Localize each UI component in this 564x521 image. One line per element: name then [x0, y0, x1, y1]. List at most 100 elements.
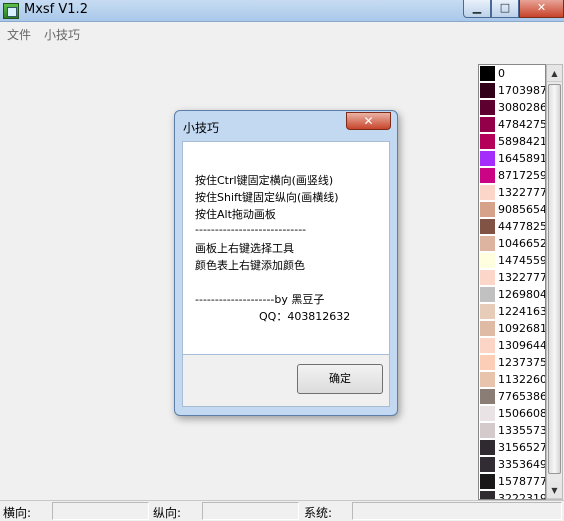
color-value: 1578777	[498, 475, 546, 488]
color-row[interactable]: 5898421	[479, 133, 545, 150]
color-row[interactable]: 12698049	[479, 286, 545, 303]
color-value: 11322601	[498, 373, 545, 386]
tip-author: --------------------by 黑豆子	[195, 293, 325, 306]
color-value: 10466525	[498, 237, 545, 250]
color-value: 0	[498, 67, 505, 80]
menu-file[interactable]: 文件	[7, 26, 31, 43]
scroll-up-arrow-icon[interactable]: ▲	[547, 65, 562, 82]
color-row[interactable]: 13355732	[479, 422, 545, 439]
color-value: 12373756	[498, 356, 545, 369]
close-button[interactable]: ✕	[519, 0, 564, 18]
color-swatch	[480, 321, 495, 336]
color-swatch	[480, 202, 495, 217]
color-swatch	[480, 457, 495, 472]
tip-line-shift: 按住Shift键固定纵向(画横线)	[195, 191, 339, 204]
color-value: 13227772	[498, 186, 545, 199]
color-row[interactable]: 4784275	[479, 116, 545, 133]
color-row[interactable]: 13227772	[479, 269, 545, 286]
color-swatch	[480, 253, 495, 268]
color-swatch	[480, 219, 495, 234]
color-row[interactable]: 10926815	[479, 320, 545, 337]
scroll-thumb[interactable]	[548, 84, 561, 474]
color-row[interactable]: 7765386	[479, 388, 545, 405]
status-horizontal-field	[52, 502, 149, 520]
color-row[interactable]: 16458917	[479, 150, 545, 167]
color-table-scrollbar[interactable]: ▲ ▼	[546, 64, 563, 500]
status-horizontal-label: 横向:	[3, 506, 32, 520]
color-swatch	[480, 134, 495, 149]
color-swatch	[480, 474, 495, 489]
maximize-button[interactable]: □	[491, 0, 519, 18]
app-icon	[3, 3, 19, 19]
tip-line-right-click-color: 颜色表上右键添加颜色	[195, 259, 305, 272]
color-value: 12241639	[498, 305, 545, 318]
color-row[interactable]: 11322601	[479, 371, 545, 388]
color-value: 8717259	[498, 169, 546, 182]
color-swatch	[480, 287, 495, 302]
color-row[interactable]: 13227772	[479, 184, 545, 201]
color-swatch	[480, 117, 495, 132]
color-value: 3353649	[498, 458, 546, 471]
color-value: 3080286	[498, 101, 546, 114]
status-vertical-label: 纵向:	[153, 506, 182, 520]
status-vertical-field	[202, 502, 299, 520]
color-value: 12698049	[498, 288, 545, 301]
color-row[interactable]: 12373756	[479, 354, 545, 371]
scroll-down-arrow-icon[interactable]: ▼	[547, 482, 562, 499]
dialog-close-button[interactable]: ✕	[346, 112, 391, 130]
color-swatch	[480, 270, 495, 285]
tip-separator: ----------------------------	[195, 223, 307, 236]
color-row[interactable]: 1578777	[479, 473, 545, 490]
color-row[interactable]: 0	[479, 65, 545, 82]
color-swatch	[480, 423, 495, 438]
color-row[interactable]: 10466525	[479, 235, 545, 252]
color-value: 13355732	[498, 424, 545, 437]
color-row[interactable]: 3156527	[479, 439, 545, 456]
color-row[interactable]: 3353649	[479, 456, 545, 473]
color-row[interactable]: 12241639	[479, 303, 545, 320]
color-value: 1703987	[498, 84, 546, 97]
dialog-body: 按住Ctrl键固定横向(画竖线) 按住Shift键固定纵向(画横线) 按住Alt…	[182, 141, 390, 355]
status-system-label: 系统:	[304, 506, 333, 520]
color-swatch	[480, 372, 495, 387]
color-row[interactable]: 8717259	[479, 167, 545, 184]
color-value: 7765386	[498, 390, 546, 403]
color-row[interactable]: 3222319	[479, 490, 546, 500]
color-swatch	[480, 304, 495, 319]
color-row[interactable]: 14745599	[479, 252, 545, 269]
color-value: 9085654	[498, 203, 546, 216]
color-row[interactable]: 3080286	[479, 99, 545, 116]
color-swatch	[480, 406, 495, 421]
title-bar[interactable]: Mxsf V1.2 ▁ □ ✕	[0, 0, 564, 22]
tip-line-ctrl: 按住Ctrl键固定横向(画竖线)	[195, 174, 334, 187]
color-table[interactable]: 0 1703987 3080286 4784275 5898421 16458917 871…	[478, 64, 546, 500]
color-swatch	[480, 236, 495, 251]
dialog-title: 小技巧	[183, 121, 220, 135]
color-value: 3222319	[498, 492, 546, 500]
color-value: 16458917	[498, 152, 545, 165]
color-row[interactable]: 9085654	[479, 201, 545, 218]
color-row[interactable]: 1703987	[479, 82, 545, 99]
menu-bar: 文件 小技巧	[0, 23, 564, 43]
tips-dialog: 小技巧 ✕ 按住Ctrl键固定横向(画竖线) 按住Shift键固定纵向(画横线)…	[174, 110, 398, 416]
menu-tips[interactable]: 小技巧	[44, 26, 80, 43]
color-row[interactable]: 4477825	[479, 218, 545, 235]
color-row[interactable]: 15066089	[479, 405, 545, 422]
window-title: Mxsf V1.2	[24, 2, 88, 17]
tip-line-alt: 按住Alt拖动画板	[195, 208, 276, 221]
color-value: 14745599	[498, 254, 545, 267]
color-swatch	[480, 355, 495, 370]
color-row[interactable]: 13096444	[479, 337, 545, 354]
color-swatch	[480, 83, 495, 98]
color-swatch	[480, 440, 495, 455]
color-value: 3156527	[498, 441, 546, 454]
color-value: 15066089	[498, 407, 545, 420]
color-value: 5898421	[498, 135, 546, 148]
color-value: 4784275	[498, 118, 546, 131]
tip-line-right-click-canvas: 画板上右键选择工具	[195, 242, 294, 255]
color-swatch	[480, 66, 495, 81]
color-swatch	[480, 389, 495, 404]
ok-button[interactable]: 确定	[297, 364, 383, 394]
color-swatch	[480, 491, 495, 499]
minimize-button[interactable]: ▁	[463, 0, 491, 18]
